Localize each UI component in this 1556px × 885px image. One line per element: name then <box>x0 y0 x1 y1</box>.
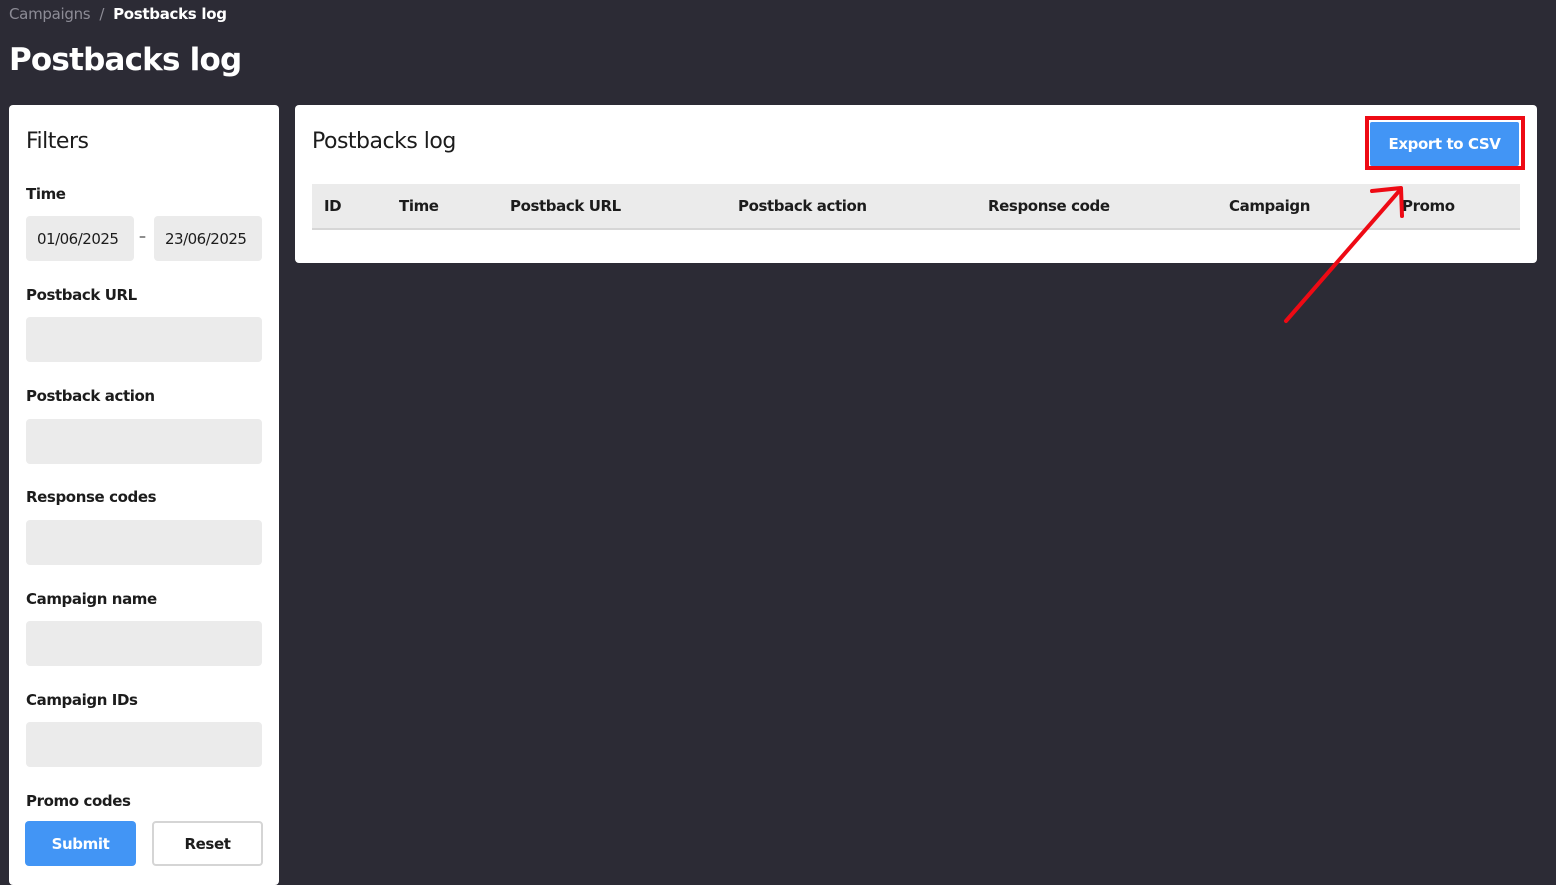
submit-button[interactable]: Submit <box>25 821 136 866</box>
date-from-input[interactable] <box>26 216 134 261</box>
table-header: ID Time Postback URL Postback action Res… <box>312 184 1520 230</box>
postback-url-label: Postback URL <box>26 286 137 304</box>
column-header-time[interactable]: Time <box>399 197 439 215</box>
filters-panel: Filters Time – Postback URL Postback act… <box>9 105 279 885</box>
column-header-postback-url[interactable]: Postback URL <box>510 197 621 215</box>
campaign-ids-input[interactable] <box>26 722 262 767</box>
postback-action-label: Postback action <box>26 387 155 405</box>
postback-action-input[interactable] <box>26 419 262 464</box>
page-title: Postbacks log <box>9 42 242 78</box>
response-codes-input[interactable] <box>26 520 262 565</box>
response-codes-label: Response codes <box>26 488 157 506</box>
filters-title: Filters <box>26 129 89 154</box>
panel-title: Postbacks log <box>312 129 456 154</box>
column-header-campaign[interactable]: Campaign <box>1229 197 1310 215</box>
column-header-promo[interactable]: Promo <box>1402 197 1455 215</box>
breadcrumb-separator: / <box>99 5 105 23</box>
reset-button[interactable]: Reset <box>152 821 263 866</box>
campaign-name-label: Campaign name <box>26 590 157 608</box>
column-header-id[interactable]: ID <box>324 197 342 215</box>
campaign-name-input[interactable] <box>26 621 262 666</box>
breadcrumb: Campaigns / Postbacks log <box>9 5 227 23</box>
date-range-separator: – <box>139 229 146 245</box>
breadcrumb-campaigns-link[interactable]: Campaigns <box>9 5 91 23</box>
time-label: Time <box>26 185 66 203</box>
postback-url-input[interactable] <box>26 317 262 362</box>
campaign-ids-label: Campaign IDs <box>26 691 138 709</box>
breadcrumb-current: Postbacks log <box>113 5 227 23</box>
column-header-postback-action[interactable]: Postback action <box>738 197 867 215</box>
export-csv-button[interactable]: Export to CSV <box>1370 122 1519 166</box>
promo-codes-label: Promo codes <box>26 792 131 810</box>
date-to-input[interactable] <box>154 216 262 261</box>
postbacks-log-panel: Postbacks log Export to CSV ID Time Post… <box>295 105 1537 263</box>
column-header-response-code[interactable]: Response code <box>988 197 1110 215</box>
